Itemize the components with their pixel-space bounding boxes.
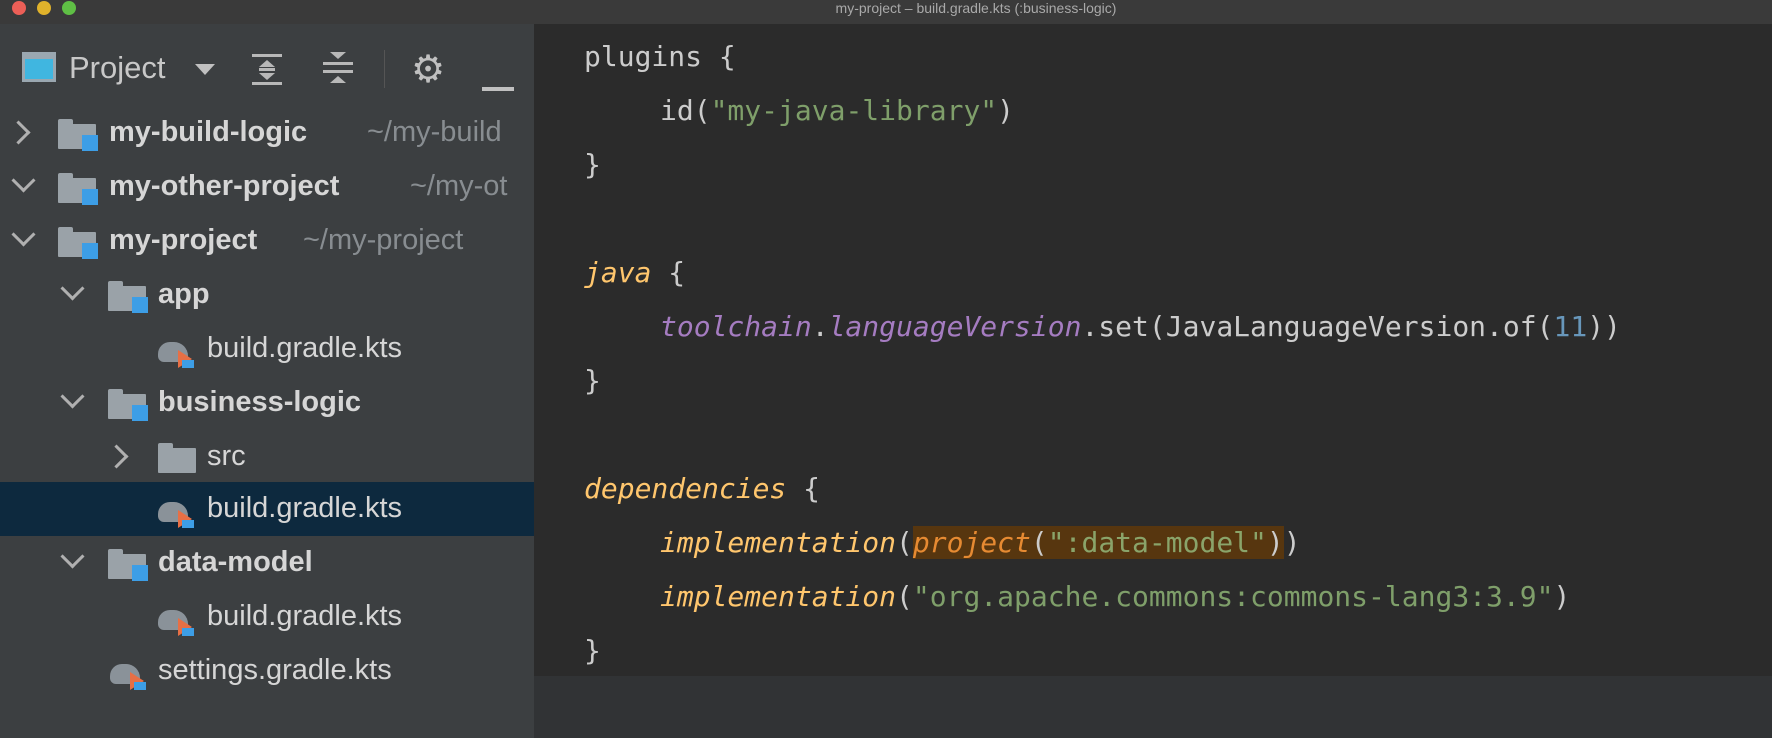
folder-icon [158, 443, 196, 473]
tree-item-label: settings.gradle.kts [158, 654, 392, 686]
tree-item-data-model-build-gradle[interactable]: build.gradle.kts [0, 590, 534, 644]
tree-item-label: build.gradle.kts [207, 492, 403, 524]
code-line-12: } [584, 634, 601, 667]
tree-item-settings-gradle[interactable]: settings.gradle.kts [0, 644, 534, 698]
code-line-2: id("my-java-library") [660, 94, 1015, 127]
tree-item-label: my-other-project [109, 170, 340, 202]
module-folder-icon [58, 173, 98, 205]
tree-item-path: ~/my-build [367, 116, 502, 148]
tree-item-label: my-project [109, 224, 258, 256]
tree-item-business-logic-build-gradle[interactable]: build.gradle.kts [0, 482, 534, 536]
gradle-kotlin-file-icon [108, 656, 150, 690]
tree-item-path: ~/my-ot [410, 170, 508, 202]
gradle-kotlin-file-icon [156, 334, 198, 368]
project-view-icon [22, 52, 56, 82]
gradle-kotlin-file-icon [156, 494, 198, 528]
project-panel: Project ⚙ my-build-logic ~/my-build my-o… [0, 24, 534, 738]
module-folder-icon [108, 389, 148, 421]
minimize-icon[interactable] [482, 87, 514, 91]
chevron-down-icon[interactable] [60, 384, 85, 409]
module-folder-icon [108, 549, 148, 581]
project-panel-toolbar: Project ⚙ [0, 24, 534, 112]
tree-item-label: business-logic [158, 386, 362, 418]
code-line-3: } [584, 148, 601, 181]
project-view-selector[interactable]: Project [69, 50, 165, 86]
chevron-right-icon[interactable] [6, 120, 31, 145]
chevron-right-icon[interactable] [104, 444, 129, 469]
code-line-7: } [584, 364, 601, 397]
tree-item-label: data-model [158, 546, 313, 578]
editor-empty-area[interactable] [534, 676, 1772, 738]
chevron-down-icon[interactable] [60, 544, 85, 569]
chevron-down-icon[interactable] [11, 168, 36, 193]
dropdown-icon[interactable] [195, 64, 215, 75]
code-line-6: toolchain.languageVersion.set(JavaLangua… [660, 310, 1621, 343]
gear-icon[interactable]: ⚙ [409, 50, 447, 88]
tree-item-data-model[interactable]: data-model [0, 536, 534, 590]
window-title: my-project – build.gradle.kts (:business… [835, 0, 1117, 16]
module-folder-icon [58, 119, 98, 151]
chevron-down-icon[interactable] [60, 276, 85, 301]
tree-item-src[interactable]: src [0, 430, 534, 484]
tree-item-my-other-project[interactable]: my-other-project ~/my-ot [0, 160, 534, 214]
toolbar-separator [384, 50, 385, 88]
tree-item-my-project[interactable]: my-project ~/my-project [0, 214, 534, 268]
tree-item-label: src [207, 440, 246, 472]
tree-item-my-build-logic[interactable]: my-build-logic ~/my-build [0, 106, 534, 160]
code-line-9: dependencies { [584, 472, 821, 505]
module-folder-icon [108, 281, 148, 313]
code-line-11: implementation("org.apache.commons:commo… [660, 580, 1571, 613]
code-line-10: implementation(project(":data-model")) [660, 526, 1301, 559]
tree-item-path: ~/my-project [303, 224, 464, 256]
code-line-5: java { [584, 256, 686, 289]
module-folder-icon [58, 227, 98, 259]
expand-all-icon[interactable] [250, 52, 284, 86]
highlighted-reference: project [912, 526, 1031, 559]
tree-item-label: build.gradle.kts [207, 600, 403, 632]
code-line-1: plugins { [584, 40, 736, 73]
tree-item-business-logic[interactable]: business-logic [0, 376, 534, 430]
tree-item-label: app [158, 278, 210, 310]
code-editor[interactable]: plugins { id("my-java-library") } java {… [534, 24, 1772, 676]
chevron-down-icon[interactable] [11, 222, 36, 247]
tree-item-label: build.gradle.kts [207, 332, 403, 364]
tree-item-app[interactable]: app [0, 268, 534, 322]
tree-item-label: my-build-logic [109, 116, 308, 148]
gradle-kotlin-file-icon [156, 602, 198, 636]
title-bar: my-project – build.gradle.kts (:business… [0, 0, 1772, 25]
tree-item-app-build-gradle[interactable]: build.gradle.kts [0, 322, 534, 376]
collapse-all-icon[interactable] [321, 52, 355, 86]
